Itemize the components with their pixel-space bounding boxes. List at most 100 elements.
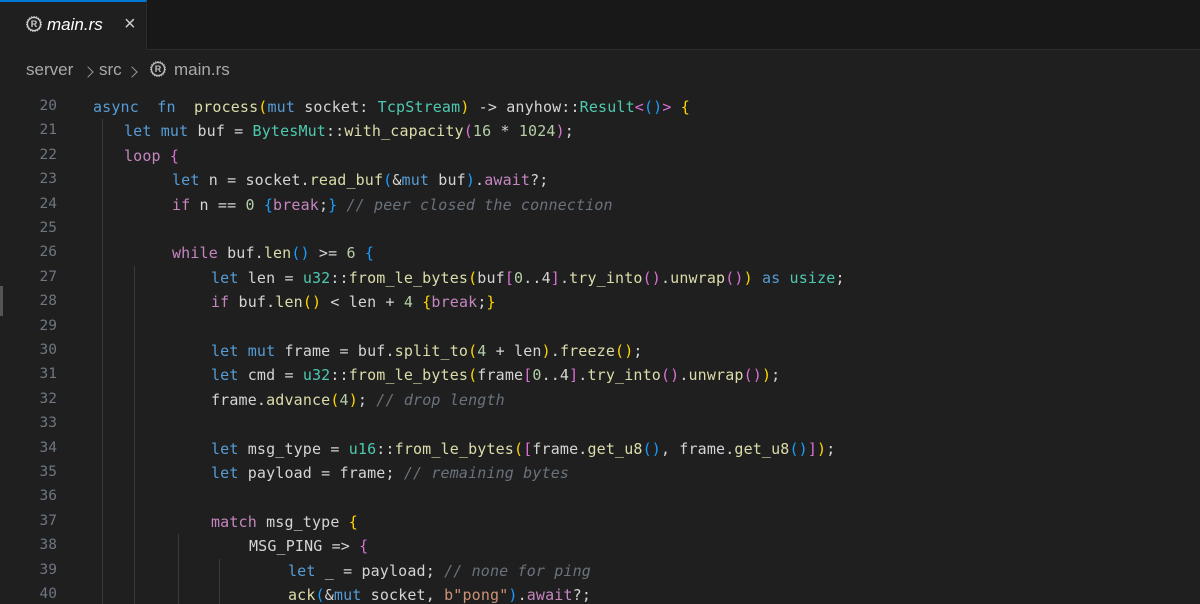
- breadcrumb-item-src[interactable]: src: [99, 60, 122, 80]
- code-token: try_into: [569, 268, 643, 287]
- code-token: buf.: [217, 244, 264, 263]
- code-token: let: [211, 366, 239, 385]
- close-icon[interactable]: ×: [124, 14, 136, 34]
- code-editor[interactable]: 20 async fn process(mut socket: TcpStream…: [0, 90, 1200, 604]
- code-text: if n == 0 {break;} // peer closed the co…: [172, 196, 613, 214]
- code-token: advance: [266, 390, 331, 409]
- code-token: ): [761, 366, 772, 385]
- code-token: ack: [288, 586, 316, 604]
- line-number: 30: [39, 342, 57, 358]
- code-line[interactable]: 35 let payload = frame; // remaining byte…: [0, 461, 1200, 485]
- code-line[interactable]: 36: [0, 485, 1200, 509]
- code-token: ?;: [530, 171, 549, 190]
- code-line[interactable]: 33: [0, 412, 1200, 436]
- code-line[interactable]: 21 let mut buf = BytesMut::with_capacity(…: [0, 119, 1200, 143]
- code-line[interactable]: 23 let n = socket.read_buf(&mut buf).awai…: [0, 168, 1200, 192]
- code-token: .: [679, 366, 689, 385]
- code-token: >=: [309, 244, 347, 263]
- line-number: 35: [39, 464, 57, 480]
- code-token: try_into: [587, 366, 661, 385]
- code-line[interactable]: 37 match msg_type {: [0, 510, 1200, 534]
- line-number: 34: [39, 439, 57, 456]
- code-line[interactable]: 26 while buf.len() >= 6 {: [0, 241, 1200, 265]
- code-token: ..4: [523, 268, 551, 287]
- code-token: ): [541, 342, 551, 360]
- code-token: {: [263, 195, 274, 214]
- code-token: unwrap: [670, 268, 726, 287]
- code-text: let n = socket.read_buf(&mut buf).await?…: [172, 171, 548, 189]
- code-token: buf: [429, 171, 466, 190]
- code-token: u32: [302, 268, 331, 287]
- code-token: get_u8: [734, 439, 790, 458]
- code-text: let mut buf = BytesMut::with_capacity(16…: [124, 122, 574, 140]
- code-token: frame.: [532, 439, 588, 458]
- code-line[interactable]: 22 loop {: [0, 144, 1200, 168]
- code-token: (): [789, 439, 808, 458]
- code-line[interactable]: 28 if buf.len() < len + 4 {break;}: [0, 290, 1200, 314]
- code-line[interactable]: 32 frame.advance(4); // drop length: [0, 388, 1200, 412]
- code-line[interactable]: 38 MSG_PING => {: [0, 534, 1200, 558]
- code-line[interactable]: 29: [0, 315, 1200, 339]
- code-token: socket,: [361, 586, 445, 604]
- code-token: <: [634, 98, 644, 116]
- code-token: break: [431, 293, 478, 312]
- code-token: fn: [157, 98, 176, 116]
- code-token: buf.: [229, 293, 276, 312]
- code-token: read_buf: [309, 171, 384, 190]
- code-token: (): [660, 366, 680, 385]
- code-token: (: [514, 439, 524, 458]
- line-number: 39: [39, 561, 57, 578]
- code-token: .: [559, 268, 570, 287]
- code-line[interactable]: 20 async fn process(mut socket: TcpStream…: [0, 95, 1200, 119]
- code-token: let: [211, 439, 239, 458]
- tab-main-rs[interactable]: R main.rs ×: [0, 0, 147, 50]
- breadcrumb-item-main-rs[interactable]: main.rs: [174, 60, 230, 80]
- code-token: let: [211, 464, 239, 482]
- code-token: (: [315, 586, 325, 604]
- rust-file-icon: R: [26, 16, 42, 32]
- code-line[interactable]: 31 let cmd = u32::from_le_bytes(frame[0..…: [0, 363, 1200, 387]
- code-token: get_u8: [587, 439, 643, 458]
- code-token: ..4: [541, 366, 570, 385]
- code-token: freeze: [559, 342, 616, 360]
- line-number: 37: [39, 512, 57, 529]
- code-line[interactable]: 25: [0, 217, 1200, 241]
- code-line[interactable]: 39 let _ = payload; // none for ping: [0, 559, 1200, 583]
- code-line[interactable]: 34 let msg_type = u16::from_le_bytes([fra…: [0, 437, 1200, 461]
- code-token: (: [463, 122, 473, 141]
- code-token: n = socket.: [199, 171, 310, 190]
- code-line[interactable]: 27 let len = u32::from_le_bytes(buf[0..4]…: [0, 266, 1200, 290]
- code-token: from_le_bytes: [348, 366, 469, 385]
- code-token: msg_type: [256, 512, 349, 531]
- code-text: let cmd = u32::from_le_bytes(frame[0..4]…: [211, 366, 780, 384]
- code-text: let msg_type = u16::from_le_bytes([frame…: [211, 440, 835, 458]
- code-token: let: [288, 561, 316, 580]
- code-token: payload = frame;: [238, 464, 404, 482]
- code-token: 4: [339, 390, 349, 409]
- code-token: 6: [346, 244, 356, 263]
- code-token: TcpStream: [377, 98, 461, 116]
- code-token: ::: [330, 268, 349, 287]
- code-text: frame.advance(4); // drop length: [211, 391, 505, 409]
- code-token: b"pong": [444, 586, 509, 604]
- code-token: usize: [789, 268, 836, 287]
- code-token: let: [211, 268, 239, 287]
- code-token: [: [504, 268, 515, 287]
- code-token: 4: [403, 293, 414, 312]
- breadcrumb-item-server[interactable]: server: [26, 60, 73, 80]
- code-line[interactable]: 24 if n == 0 {break;} // peer closed the …: [0, 193, 1200, 217]
- code-token: (): [615, 342, 634, 360]
- code-text: let len = u32::from_le_bytes(buf[0..4].t…: [211, 269, 845, 287]
- code-token: _ = payload;: [315, 561, 445, 580]
- code-line[interactable]: 30 let mut frame = buf.split_to(4 + len).…: [0, 339, 1200, 363]
- code-text: while buf.len() >= 6 {: [172, 244, 374, 262]
- code-token: &: [392, 171, 402, 190]
- indent-guide: [102, 119, 103, 604]
- code-token: }: [486, 293, 496, 312]
- code-line[interactable]: 40 ack(&mut socket, b"pong").await?;: [0, 583, 1200, 604]
- code-token: (): [643, 98, 663, 116]
- code-token: ): [743, 268, 753, 287]
